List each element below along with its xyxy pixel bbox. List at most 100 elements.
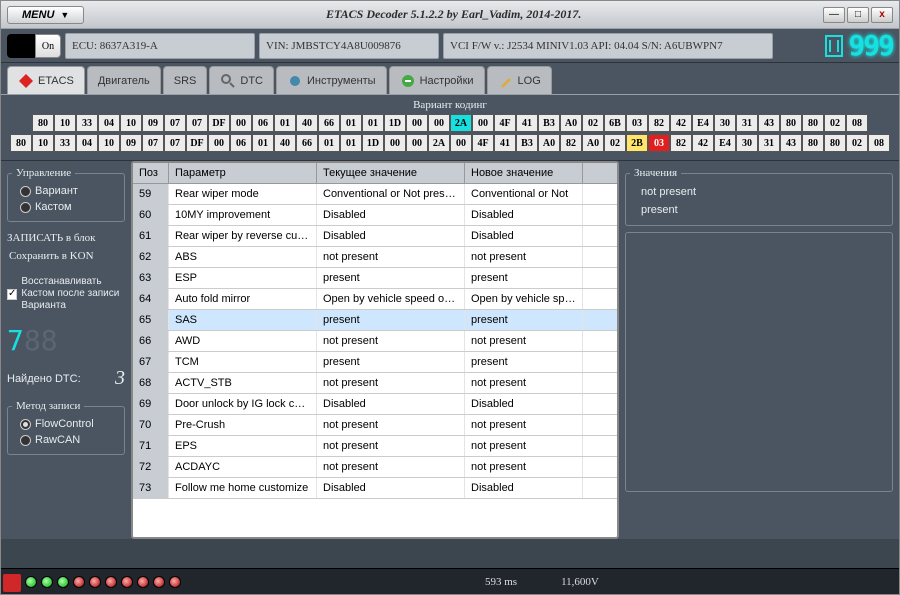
hex-byte[interactable]: 80 bbox=[10, 134, 32, 152]
hex-byte[interactable]: 4F bbox=[494, 114, 516, 132]
hex-byte[interactable]: 01 bbox=[252, 134, 274, 152]
hex-byte[interactable]: 42 bbox=[670, 114, 692, 132]
hex-byte[interactable]: 80 bbox=[780, 114, 802, 132]
radio-rawcan[interactable]: RawCAN bbox=[12, 432, 120, 448]
minimize-button[interactable]: — bbox=[823, 7, 845, 23]
hex-byte[interactable]: 02 bbox=[582, 114, 604, 132]
hex-byte[interactable]: 82 bbox=[560, 134, 582, 152]
hex-byte[interactable]: 33 bbox=[54, 134, 76, 152]
hex-byte[interactable]: 02 bbox=[824, 114, 846, 132]
radio-flowcontrol[interactable]: FlowControl bbox=[12, 416, 120, 432]
close-button[interactable]: x bbox=[871, 7, 893, 23]
hex-byte[interactable]: 10 bbox=[120, 114, 142, 132]
hex-byte[interactable]: 07 bbox=[164, 134, 186, 152]
hex-byte[interactable]: 4F bbox=[472, 134, 494, 152]
tab-двигатель[interactable]: Двигатель bbox=[87, 66, 161, 94]
table-row[interactable]: 67TCMpresentpresent bbox=[133, 352, 617, 373]
table-row[interactable]: 69Door unlock by IG lock customiDisabled… bbox=[133, 394, 617, 415]
hex-byte[interactable]: 00 bbox=[230, 114, 252, 132]
hex-byte[interactable]: 00 bbox=[472, 114, 494, 132]
maximize-button[interactable]: □ bbox=[847, 7, 869, 23]
hex-byte[interactable]: 00 bbox=[406, 114, 428, 132]
hex-byte[interactable]: 07 bbox=[186, 114, 208, 132]
table-row[interactable]: 6010MY improvementDisabledDisabled bbox=[133, 205, 617, 226]
hex-byte[interactable]: E4 bbox=[692, 114, 714, 132]
hex-byte[interactable]: 01 bbox=[362, 114, 384, 132]
table-row[interactable]: 71EPSnot presentnot present bbox=[133, 436, 617, 457]
hex-byte[interactable]: 02 bbox=[846, 134, 868, 152]
table-row[interactable]: 68ACTV_STBnot presentnot present bbox=[133, 373, 617, 394]
col-new[interactable]: Новое значение bbox=[465, 163, 583, 183]
hex-byte[interactable]: 43 bbox=[758, 114, 780, 132]
hex-byte[interactable]: 80 bbox=[802, 114, 824, 132]
table-row[interactable]: 62ABSnot presentnot present bbox=[133, 247, 617, 268]
table-row[interactable]: 59Rear wiper modeConventional or Not pre… bbox=[133, 184, 617, 205]
hex-byte[interactable]: 01 bbox=[340, 114, 362, 132]
hex-byte[interactable]: 2A bbox=[428, 134, 450, 152]
table-row[interactable]: 72ACDAYCnot presentnot present bbox=[133, 457, 617, 478]
hex-byte[interactable]: 80 bbox=[32, 114, 54, 132]
hex-byte[interactable]: 2B bbox=[626, 134, 648, 152]
hex-byte[interactable]: 41 bbox=[516, 114, 538, 132]
hex-byte[interactable]: 82 bbox=[648, 114, 670, 132]
hex-byte[interactable]: 66 bbox=[318, 114, 340, 132]
hex-byte[interactable]: 82 bbox=[670, 134, 692, 152]
menu-button[interactable]: MENU ▼ bbox=[7, 6, 84, 24]
power-toggle[interactable]: On bbox=[7, 34, 61, 58]
hex-byte[interactable]: 10 bbox=[54, 114, 76, 132]
save-select-label[interactable]: Сохранить в KON bbox=[7, 248, 125, 264]
table-row[interactable]: 61Rear wiper by reverse customDisabledDi… bbox=[133, 226, 617, 247]
hex-byte[interactable]: 40 bbox=[274, 134, 296, 152]
hex-byte[interactable]: 80 bbox=[802, 134, 824, 152]
table-row[interactable]: 64Auto fold mirrorOpen by vehicle speed … bbox=[133, 289, 617, 310]
hex-byte[interactable]: 41 bbox=[494, 134, 516, 152]
hex-byte[interactable]: 6B bbox=[604, 114, 626, 132]
hex-byte[interactable]: 09 bbox=[142, 114, 164, 132]
hex-byte[interactable]: 30 bbox=[714, 114, 736, 132]
hex-byte[interactable]: 33 bbox=[76, 114, 98, 132]
tab-инструменты[interactable]: Инструменты bbox=[276, 66, 387, 94]
hex-byte[interactable]: 1D bbox=[384, 114, 406, 132]
restore-checkbox[interactable]: ✓ Восстанавливать Кастом после записи Ва… bbox=[7, 274, 125, 314]
hex-byte[interactable]: 43 bbox=[780, 134, 802, 152]
hex-byte[interactable]: E4 bbox=[714, 134, 736, 152]
hex-byte[interactable]: 02 bbox=[604, 134, 626, 152]
hex-byte[interactable]: 00 bbox=[384, 134, 406, 152]
hex-byte[interactable]: DF bbox=[208, 114, 230, 132]
tab-etacs[interactable]: ETACS bbox=[7, 66, 85, 94]
table-row[interactable]: 66AWDnot presentnot present bbox=[133, 331, 617, 352]
radio-variant[interactable]: Вариант bbox=[12, 183, 120, 199]
tab-srs[interactable]: SRS bbox=[163, 66, 208, 94]
hex-byte[interactable]: 09 bbox=[120, 134, 142, 152]
hex-byte[interactable]: B3 bbox=[538, 114, 560, 132]
hex-byte[interactable]: 80 bbox=[824, 134, 846, 152]
table-row[interactable]: 65SASpresentpresent bbox=[133, 310, 617, 331]
hex-byte[interactable]: 08 bbox=[868, 134, 890, 152]
hex-byte[interactable]: 06 bbox=[252, 114, 274, 132]
hex-byte[interactable]: 66 bbox=[296, 134, 318, 152]
hex-byte[interactable]: A0 bbox=[582, 134, 604, 152]
hex-byte[interactable]: 08 bbox=[846, 114, 868, 132]
col-param[interactable]: Параметр bbox=[169, 163, 317, 183]
hex-byte[interactable]: B3 bbox=[516, 134, 538, 152]
hex-byte[interactable]: 01 bbox=[274, 114, 296, 132]
hex-byte[interactable]: 00 bbox=[406, 134, 428, 152]
radio-custom[interactable]: Кастом bbox=[12, 199, 120, 215]
radio-not-present[interactable]: not present bbox=[630, 183, 888, 201]
hex-byte[interactable]: 04 bbox=[76, 134, 98, 152]
hex-byte[interactable]: 10 bbox=[98, 134, 120, 152]
hex-byte[interactable]: 1D bbox=[362, 134, 384, 152]
radio-present[interactable]: present bbox=[630, 201, 888, 219]
hex-byte[interactable]: 03 bbox=[626, 114, 648, 132]
hex-byte[interactable]: 04 bbox=[98, 114, 120, 132]
table-row[interactable]: 73Follow me home customizeDisabledDisabl… bbox=[133, 478, 617, 499]
table-row[interactable]: 63ESPpresentpresent bbox=[133, 268, 617, 289]
hex-byte[interactable]: A0 bbox=[538, 134, 560, 152]
hex-byte[interactable]: 03 bbox=[648, 134, 670, 152]
col-current[interactable]: Текущее значение bbox=[317, 163, 465, 183]
hex-byte[interactable]: 42 bbox=[692, 134, 714, 152]
hex-byte[interactable]: 06 bbox=[230, 134, 252, 152]
hex-byte[interactable]: 31 bbox=[736, 114, 758, 132]
hex-byte[interactable]: 10 bbox=[32, 134, 54, 152]
hex-byte[interactable]: 01 bbox=[340, 134, 362, 152]
